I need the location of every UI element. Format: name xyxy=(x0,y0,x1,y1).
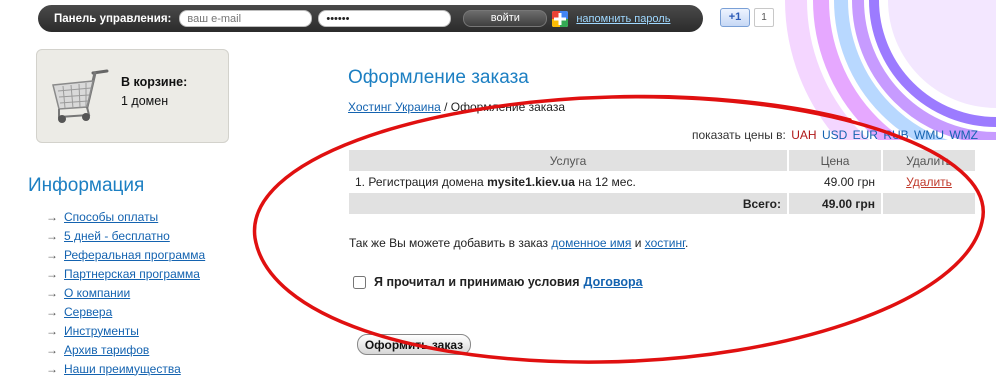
info-item: → Сервера xyxy=(46,302,205,321)
arrow-icon: → xyxy=(46,323,58,338)
add-hosting-link[interactable]: хостинг xyxy=(645,236,685,250)
email-input[interactable] xyxy=(179,10,313,27)
info-menu: → Способы оплаты → 5 дней - бесплатно → Реф… xyxy=(46,207,205,378)
info-item: → Архив тарифов xyxy=(46,340,205,359)
arrow-icon: → xyxy=(46,342,58,357)
control-panel-bar: Панель управления: войти напомнить парол… xyxy=(38,5,703,32)
agreement-text: Я прочитал и принимаю условия xyxy=(374,275,580,289)
info-item: → Наши преимущества xyxy=(46,359,205,378)
service-prefix: 1. Регистрация домена xyxy=(355,175,488,189)
info-link-free-trial[interactable]: 5 дней - бесплатно xyxy=(64,229,170,243)
page-title: Оформление заказа xyxy=(348,67,529,88)
breadcrumb-current: Оформление заказа xyxy=(450,100,566,114)
currency-usd[interactable]: USD xyxy=(822,128,847,142)
currency-label: показать цены в: xyxy=(691,128,786,142)
agreement-checkbox[interactable] xyxy=(353,275,366,289)
currency-uah[interactable]: UAH xyxy=(791,128,816,142)
total-value: 49.00 грн xyxy=(788,193,883,214)
table-row: 1. Регистрация домена mysite1.kiev.ua на… xyxy=(349,171,977,193)
arrow-icon: → xyxy=(46,209,58,224)
add-note-middle: и xyxy=(631,236,645,250)
login-button[interactable]: войти xyxy=(463,10,548,27)
service-suffix: на 12 мес. xyxy=(574,175,636,189)
add-domain-link[interactable]: доменное имя xyxy=(551,236,631,250)
arrow-icon: → xyxy=(46,285,58,300)
info-item: → 5 дней - бесплатно xyxy=(46,226,205,245)
cart-count: 1 домен xyxy=(121,94,169,108)
breadcrumb-separator: / xyxy=(440,100,451,114)
panel-label: Панель управления: xyxy=(54,12,172,25)
submit-order-button[interactable]: Оформить заказ xyxy=(357,334,471,355)
arrow-icon: → xyxy=(46,361,58,376)
info-link-tools[interactable]: Инструменты xyxy=(64,324,139,338)
contract-link[interactable]: Договора xyxy=(584,275,643,289)
decorative-rings xyxy=(785,0,996,140)
service-cell: 1. Регистрация домена mysite1.kiev.ua на… xyxy=(349,171,789,193)
password-input[interactable] xyxy=(318,10,452,27)
add-note-suffix: . xyxy=(685,236,689,250)
total-empty xyxy=(882,193,977,214)
info-link-servers[interactable]: Сервера xyxy=(64,305,112,319)
currency-rub[interactable]: RUB xyxy=(883,128,908,142)
cart-title: В корзине: xyxy=(121,75,188,89)
arrow-icon: → xyxy=(46,266,58,281)
header-service: Услуга xyxy=(349,150,789,171)
total-label: Всего: xyxy=(349,193,789,214)
info-item: → О компании xyxy=(46,283,205,302)
table-header-row: Услуга Цена Удалить xyxy=(349,150,977,171)
remind-password-link[interactable]: напомнить пароль xyxy=(576,13,670,25)
google-plus-icon[interactable] xyxy=(552,10,569,27)
delete-cell: Удалить xyxy=(882,171,977,193)
header-delete: Удалить xyxy=(882,150,977,171)
arrow-icon: → xyxy=(46,247,58,262)
breadcrumb: Хостинг Украина / Оформление заказа xyxy=(348,100,565,114)
currency-switcher: показать цены в: UAH USD EUR RUB WMU WMZ xyxy=(692,128,978,142)
shopping-cart-icon xyxy=(52,69,109,123)
info-item: → Партнерская программа xyxy=(46,264,205,283)
info-link-referral[interactable]: Реферальная программа xyxy=(64,248,205,262)
price-cell: 49.00 грн xyxy=(788,171,883,193)
info-item: → Инструменты xyxy=(46,321,205,340)
arrow-icon: → xyxy=(46,228,58,243)
service-domain: mysite1.kiev.ua xyxy=(487,175,575,189)
currency-eur[interactable]: EUR xyxy=(853,128,878,142)
info-link-payment-methods[interactable]: Способы оплаты xyxy=(64,210,158,224)
info-item: → Реферальная программа xyxy=(46,245,205,264)
breadcrumb-link-hosting[interactable]: Хостинг Украина xyxy=(348,100,441,114)
info-link-tariff-archive[interactable]: Архив тарифов xyxy=(64,343,149,357)
currency-wmu[interactable]: WMU xyxy=(914,128,944,142)
plusone-button[interactable]: +1 xyxy=(720,8,750,27)
add-note-prefix: Так же Вы можете добавить в заказ xyxy=(349,236,552,250)
info-link-about[interactable]: О компании xyxy=(64,286,130,300)
currency-wmz[interactable]: WMZ xyxy=(949,128,978,142)
info-heading: Информация xyxy=(28,175,145,196)
arrow-icon: → xyxy=(46,304,58,319)
delete-link[interactable]: Удалить xyxy=(906,175,952,189)
add-more-note: Так же Вы можете добавить в заказ доменн… xyxy=(349,236,688,250)
header-price: Цена xyxy=(788,150,883,171)
cart-box[interactable]: В корзине: 1 домен xyxy=(36,49,229,143)
agreement-row: Я прочитал и принимаю условия Договора xyxy=(353,275,643,289)
info-item: → Способы оплаты xyxy=(46,207,205,226)
info-link-partner[interactable]: Партнерская программа xyxy=(64,267,200,281)
google-plusone-widget: +1 1 xyxy=(720,8,774,27)
info-link-advantages[interactable]: Наши преимущества xyxy=(64,362,181,376)
total-row: Всего: 49.00 грн xyxy=(349,193,977,214)
order-table: Услуга Цена Удалить 1. Регистрация домен… xyxy=(349,150,977,214)
plusone-count: 1 xyxy=(754,8,774,27)
